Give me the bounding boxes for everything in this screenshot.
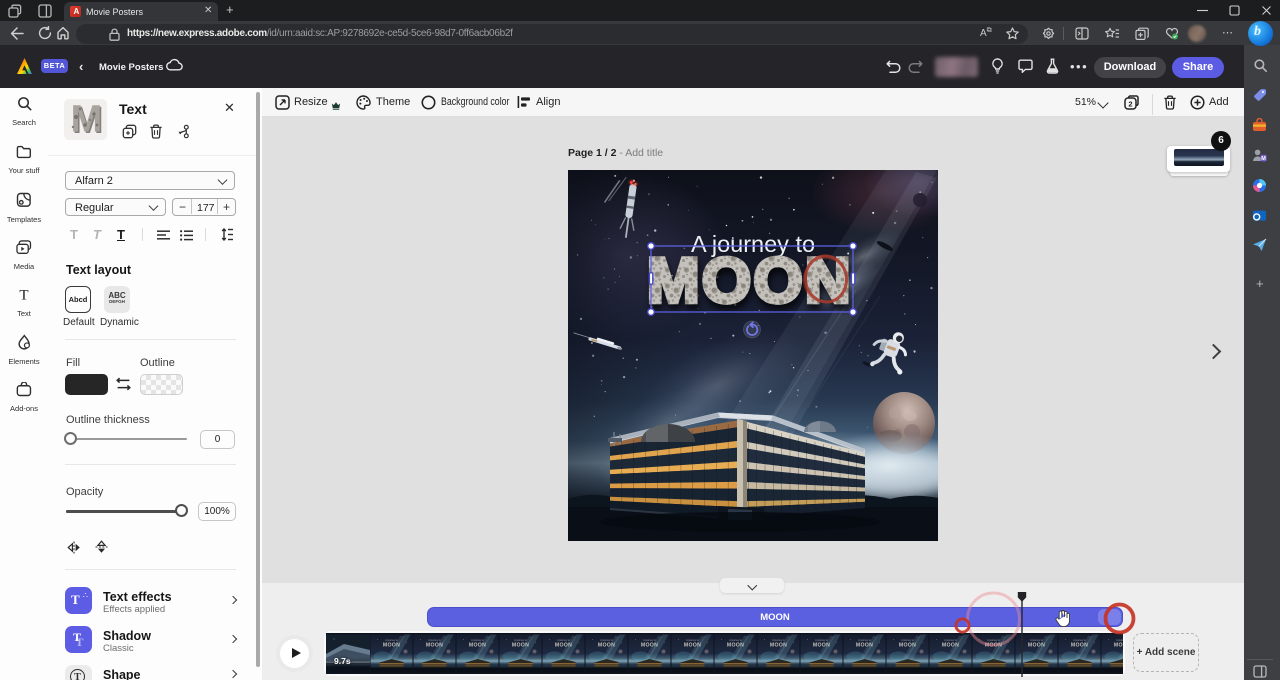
svg-text:M: M: [1261, 156, 1266, 162]
svg-text:T: T: [19, 288, 28, 303]
svg-text:2: 2: [1128, 100, 1132, 109]
svg-text:M: M: [71, 99, 101, 140]
